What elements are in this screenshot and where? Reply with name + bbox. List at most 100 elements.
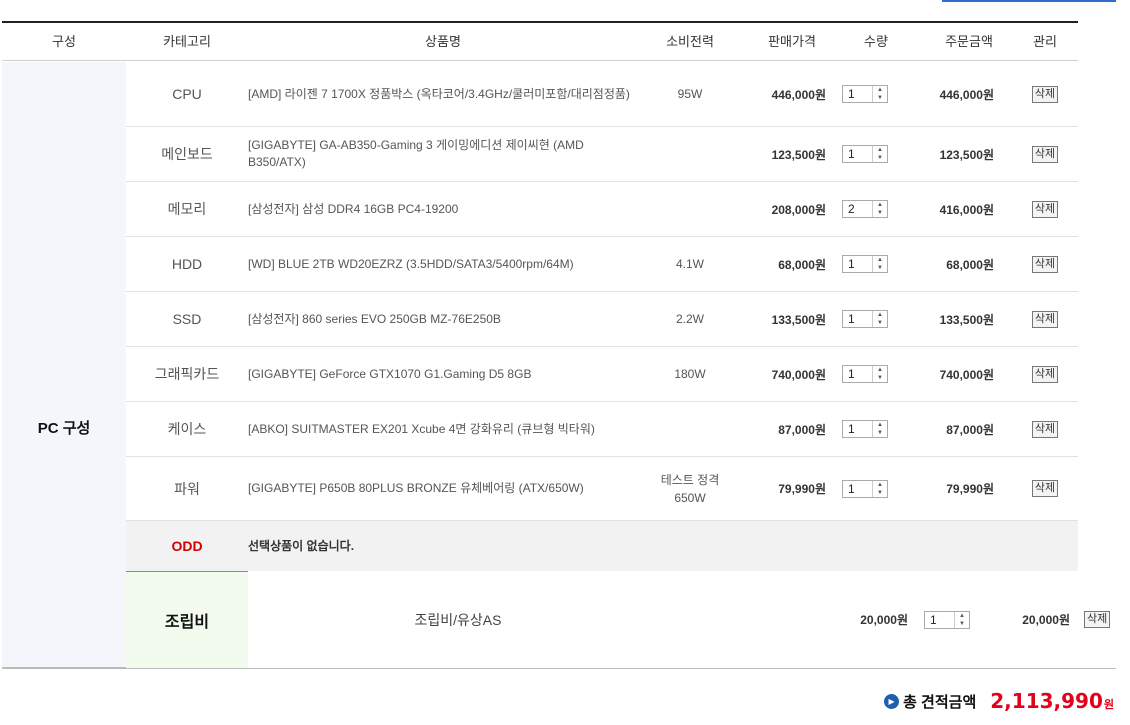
row-power: 4.1W	[675, 257, 704, 271]
row-power	[638, 182, 742, 236]
row-action: 삭제	[1030, 127, 1060, 181]
assembly-action: 삭제	[1084, 571, 1111, 668]
delete-button[interactable]: 삭제	[1031, 480, 1059, 497]
row-qty: 1 ▲ ▼	[842, 62, 892, 126]
quantity-value[interactable]: 1	[843, 86, 872, 102]
quantity-value[interactable]: 1	[843, 311, 872, 327]
quantity-stepper[interactable]: 1 ▲ ▼	[842, 365, 888, 383]
divider	[2, 668, 1116, 669]
table-row: 케이스 [ABKO] SUITMASTER EX201 Xcube 4면 강화유리…	[126, 402, 1078, 457]
assembly-name: 조립비/유상AS	[414, 611, 502, 628]
delete-button[interactable]: 삭제	[1031, 310, 1059, 328]
header-total: 주문금액	[945, 34, 993, 49]
row-category: 메인보드	[161, 146, 213, 162]
table-row: HDD [WD] BLUE 2TB WD20EZRZ (3.5HDD/SATA3/…	[126, 237, 1078, 292]
assembly-qty: 1 ▲ ▼	[924, 571, 970, 668]
row-product-name[interactable]: [삼성전자] 삼성 DDR4 16GB PC4-19200	[248, 182, 638, 236]
row-power: 180W	[674, 367, 706, 381]
row-category: 그래픽카드	[154, 366, 220, 382]
row-total: 79,990원	[946, 482, 994, 496]
header-qty: 수량	[864, 34, 888, 49]
row-action: 삭제	[1030, 292, 1060, 346]
table-row: 파워 [GIGABYTE] P650B 80PLUS BRONZE 유체베어링 (…	[126, 457, 1078, 521]
delete-button[interactable]: 삭제	[1031, 255, 1059, 273]
assembly-category: 조립비	[126, 571, 248, 668]
delete-button[interactable]: 삭제	[1031, 420, 1059, 438]
row-price: 133,500원	[771, 312, 826, 327]
row-qty: 1 ▲ ▼	[842, 292, 892, 346]
summary-value: 2,113,990	[990, 689, 1103, 713]
assembly-total: 20,000원	[1022, 613, 1070, 627]
stepper-arrows-icon[interactable]: ▲ ▼	[872, 421, 887, 437]
row-category: 케이스	[167, 421, 207, 437]
row-category: HDD	[171, 256, 203, 272]
header-product: 상품명	[425, 34, 461, 49]
row-price: 740,000원	[771, 367, 826, 382]
quantity-stepper[interactable]: 1 ▲ ▼	[842, 310, 888, 328]
row-qty: 1 ▲ ▼	[842, 127, 892, 181]
stepper-arrows-icon[interactable]: ▲ ▼	[872, 86, 887, 102]
row-product-name[interactable]: [GIGABYTE] P650B 80PLUS BRONZE 유체베어링 (AT…	[248, 457, 638, 520]
top-accent-bar	[942, 0, 1116, 2]
row-category: CPU	[172, 86, 202, 102]
quantity-value[interactable]: 1	[843, 146, 872, 162]
stepper-arrows-icon[interactable]: ▲ ▼	[872, 256, 887, 272]
row-product-name[interactable]: [ABKO] SUITMASTER EX201 Xcube 4면 강화유리 (큐…	[248, 402, 638, 456]
row-total: 446,000원	[939, 87, 994, 102]
quantity-value[interactable]: 2	[843, 201, 872, 217]
arrow-right-circle-icon: ▶	[884, 693, 900, 709]
row-product-name[interactable]: [AMD] 라이젠 7 1700X 정품박스 (옥타코어/3.4GHz/쿨러미포…	[248, 62, 638, 126]
quantity-stepper[interactable]: 1 ▲ ▼	[924, 610, 970, 629]
row-empty-message: 선택상품이 없습니다.	[248, 538, 355, 553]
row-action: 삭제	[1030, 62, 1060, 126]
quantity-stepper[interactable]: 1 ▲ ▼	[842, 145, 888, 163]
row-category: ODD	[171, 538, 203, 554]
delete-button[interactable]: 삭제	[1084, 611, 1111, 628]
row-price: 68,000원	[778, 257, 826, 272]
row-action: 삭제	[1030, 182, 1060, 236]
row-category: 파워	[174, 480, 200, 497]
row-total: 123,500원	[939, 147, 994, 162]
quantity-stepper[interactable]: 1 ▲ ▼	[842, 420, 888, 438]
stepper-arrows-icon[interactable]: ▲ ▼	[872, 311, 887, 327]
quantity-value[interactable]: 1	[843, 421, 872, 437]
stepper-arrows-icon[interactable]: ▲ ▼	[872, 366, 887, 382]
quantity-value[interactable]: 1	[843, 256, 872, 272]
delete-button[interactable]: 삭제	[1031, 145, 1059, 163]
table-row: 메인보드 [GIGABYTE] GA-AB350-Gaming 3 게이밍에디션 …	[126, 127, 1078, 182]
row-action: 삭제	[1030, 347, 1060, 401]
header-power: 소비전력	[666, 34, 714, 49]
quantity-stepper[interactable]: 1 ▲ ▼	[842, 255, 888, 273]
header-price: 판매가격	[768, 34, 816, 49]
stepper-arrows-icon[interactable]: ▲ ▼	[954, 611, 969, 628]
row-power	[638, 127, 742, 181]
table-row: 그래픽카드 [GIGABYTE] GeForce GTX1070 G1.Gamin…	[126, 347, 1078, 402]
delete-button[interactable]: 삭제	[1031, 200, 1059, 218]
quantity-value[interactable]: 1	[925, 612, 954, 628]
delete-button[interactable]: 삭제	[1031, 85, 1059, 103]
stepper-arrows-icon[interactable]: ▲ ▼	[872, 146, 887, 162]
table-row: 메모리 [삼성전자] 삼성 DDR4 16GB PC4-19200 208,000원…	[126, 182, 1078, 237]
quantity-stepper[interactable]: 1 ▲ ▼	[842, 85, 888, 103]
assembly-price: 20,000원	[860, 613, 908, 627]
row-total: 87,000원	[946, 422, 994, 437]
row-total: 740,000원	[939, 367, 994, 382]
row-price: 446,000원	[771, 87, 826, 102]
header-manage: 관리	[1033, 34, 1057, 49]
summary-unit: 원	[1103, 699, 1114, 711]
quantity-value[interactable]: 1	[843, 366, 872, 382]
quantity-stepper[interactable]: 1 ▲ ▼	[842, 479, 888, 498]
stepper-arrows-icon[interactable]: ▲ ▼	[872, 201, 887, 217]
row-product-name[interactable]: [삼성전자] 860 series EVO 250GB MZ-76E250B	[248, 292, 638, 346]
row-product-name[interactable]: [GIGABYTE] GA-AB350-Gaming 3 게이밍에디션 제이씨현…	[248, 127, 638, 181]
header-group: 구성	[52, 34, 76, 49]
row-product-name[interactable]: [WD] BLUE 2TB WD20EZRZ (3.5HDD/SATA3/540…	[248, 237, 638, 291]
row-product-name[interactable]: [GIGABYTE] GeForce GTX1070 G1.Gaming D5 …	[248, 347, 638, 401]
row-price: 87,000원	[778, 422, 826, 437]
quantity-value[interactable]: 1	[843, 481, 872, 497]
stepper-arrows-icon[interactable]: ▲ ▼	[872, 480, 887, 497]
quantity-stepper[interactable]: 2 ▲ ▼	[842, 200, 888, 218]
row-action: 삭제	[1030, 402, 1060, 456]
delete-button[interactable]: 삭제	[1031, 365, 1059, 383]
table-header: 구성 카테고리 상품명 소비전력 판매가격 수량 주문금액 관리	[2, 21, 1078, 61]
